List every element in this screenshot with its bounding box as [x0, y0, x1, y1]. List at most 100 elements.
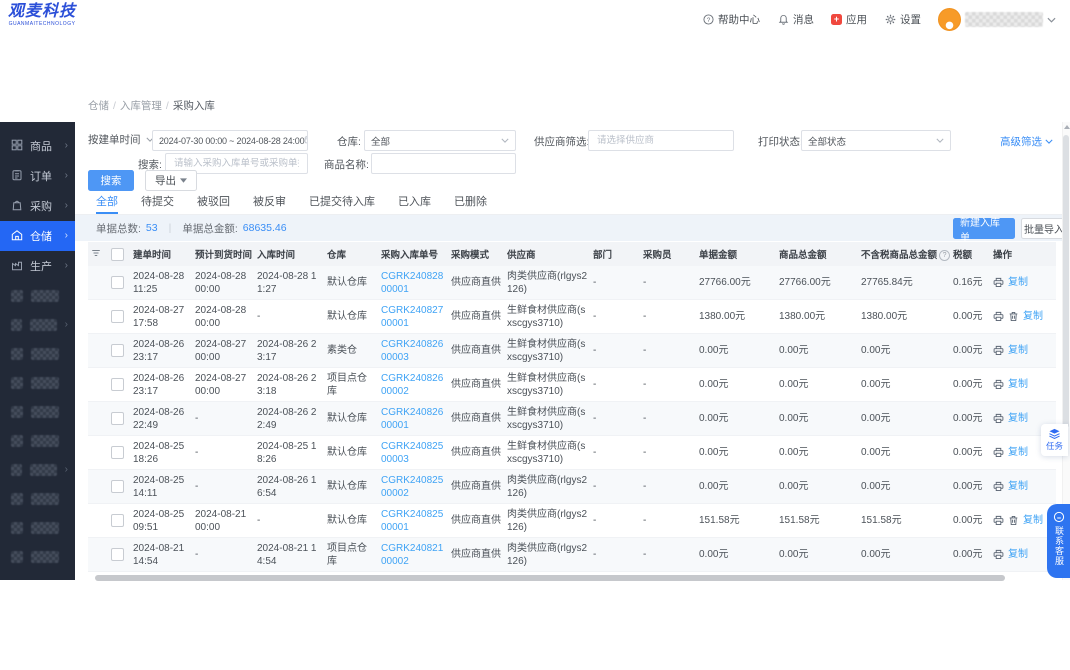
info-icon[interactable]: ? — [939, 250, 951, 261]
tab-3[interactable]: 被反审 — [253, 193, 286, 214]
print-icon[interactable] — [993, 481, 1004, 492]
table-row: 2024-08-25 09:51 2024-08-21 00:00- 默认仓库 CGR… — [88, 503, 1056, 538]
account-menu[interactable] — [938, 8, 1056, 31]
row-checkbox[interactable] — [111, 275, 124, 289]
cell-create-time: 2024-08-26 22:49 — [130, 401, 192, 436]
sidebar-item-redacted[interactable] — [0, 513, 75, 542]
inbound-order-link[interactable]: CGRK24082600002 — [381, 373, 443, 397]
sidebar-item-1[interactable]: 订单 › — [0, 161, 75, 191]
copy-link[interactable]: 复制 — [1008, 344, 1028, 357]
sidebar-item-redacted[interactable] — [0, 542, 75, 571]
sidebar-item-redacted[interactable]: › — [0, 455, 75, 484]
chevron-right-icon: › — [64, 260, 68, 271]
copy-link[interactable]: 复制 — [1008, 378, 1028, 391]
row-checkbox[interactable] — [111, 445, 124, 459]
row-checkbox[interactable] — [111, 479, 124, 493]
sidebar-item-0[interactable]: 商品 › — [0, 131, 75, 161]
row-checkbox[interactable] — [111, 377, 124, 391]
copy-link[interactable]: 复制 — [1008, 548, 1028, 561]
copy-link[interactable]: 复制 — [1008, 446, 1028, 459]
print-icon[interactable] — [993, 277, 1004, 288]
inbound-order-link[interactable]: CGRK24082500003 — [381, 441, 443, 465]
copy-link[interactable]: 复制 — [1008, 480, 1028, 493]
warehouse-select[interactable]: 全部 — [364, 130, 516, 151]
supplier-filter-field[interactable] — [595, 134, 727, 147]
inbound-order-link[interactable]: CGRK24082100002 — [381, 543, 443, 567]
sidebar-item-redacted[interactable] — [0, 484, 75, 513]
row-checkbox[interactable] — [111, 513, 124, 527]
tab-6[interactable]: 已删除 — [454, 193, 487, 214]
horizontal-scrollbar-thumb[interactable] — [95, 575, 1005, 581]
tab-2[interactable]: 被驳回 — [197, 193, 230, 214]
delete-icon[interactable] — [1008, 311, 1019, 322]
export-button[interactable]: 导出 — [145, 170, 197, 191]
chevron-right-icon: › — [64, 230, 68, 241]
inbound-order-link[interactable]: CGRK24082500002 — [381, 475, 443, 499]
sidebar-item-redacted[interactable] — [0, 426, 75, 455]
row-checkbox-cell — [108, 503, 130, 538]
row-checkbox[interactable] — [111, 343, 124, 357]
date-type-select[interactable]: 按建单时间 — [88, 132, 154, 147]
task-float-button[interactable]: 任务 — [1041, 424, 1068, 456]
print-icon[interactable] — [993, 311, 1004, 322]
print-icon[interactable] — [993, 549, 1004, 560]
print-icon[interactable] — [993, 515, 1004, 526]
vertical-scrollbar-thumb[interactable] — [1063, 135, 1069, 428]
inbound-order-link[interactable]: CGRK24082600003 — [381, 339, 443, 363]
breadcrumb-item[interactable]: 仓储 — [88, 100, 109, 112]
scroll-up-arrow-icon[interactable] — [1064, 125, 1070, 129]
row-checkbox[interactable] — [111, 309, 124, 323]
search-field[interactable] — [172, 157, 301, 170]
delete-icon[interactable] — [1008, 515, 1019, 526]
product-name-label: 商品名称: — [324, 159, 369, 171]
settings-button[interactable]: 设置 — [884, 12, 921, 27]
sidebar-item-4[interactable]: 生产 › — [0, 251, 75, 281]
copy-link[interactable]: 复制 — [1008, 276, 1028, 289]
product-name-field[interactable] — [378, 157, 509, 170]
tab-4[interactable]: 已提交待入库 — [309, 193, 375, 214]
inbound-order-link[interactable]: CGRK24082700001 — [381, 305, 443, 329]
inbound-order-link[interactable]: CGRK24082600001 — [381, 407, 443, 431]
copy-link[interactable]: 复制 — [1023, 310, 1043, 323]
tab-0[interactable]: 全部 — [96, 193, 118, 214]
inbound-order-link[interactable]: CGRK24082500001 — [381, 509, 443, 533]
print-icon[interactable] — [993, 379, 1004, 390]
copy-link[interactable]: 复制 — [1008, 412, 1028, 425]
sidebar-item-2[interactable]: 采购 › — [0, 191, 75, 221]
sidebar-item-redacted[interactable] — [0, 368, 75, 397]
tab-1[interactable]: 待提交 — [141, 193, 174, 214]
print-status-select[interactable]: 全部状态 — [801, 130, 951, 151]
print-icon[interactable] — [993, 447, 1004, 458]
messages-button[interactable]: 消息 — [777, 12, 814, 27]
select-all-checkbox[interactable] — [111, 247, 124, 261]
brand-logo[interactable]: 观麦科技 GUANMAITECHNOLOGY — [3, 3, 81, 27]
print-icon[interactable] — [993, 345, 1004, 356]
bulk-import-button[interactable]: 批量导入 — [1021, 218, 1062, 239]
supplier-filter-input[interactable] — [588, 130, 734, 151]
sidebar-item-redacted[interactable]: › — [0, 310, 75, 339]
contact-support-button[interactable]: 联系客服 — [1047, 504, 1070, 578]
create-inbound-button[interactable]: 新建入库单 — [953, 218, 1015, 244]
sidebar-item-redacted[interactable] — [0, 281, 75, 310]
cell-inbound-time: 2024-08-26 16:54 — [254, 469, 324, 504]
cell-supplier: 肉类供应商(rlgys2126) — [504, 266, 590, 300]
product-name-input[interactable] — [371, 153, 516, 174]
date-range-input[interactable]: 2024-07-30 00:00 ~ 2024-08-28 24:00 — [152, 130, 308, 151]
copy-link[interactable]: 复制 — [1023, 514, 1043, 527]
advanced-filter-link[interactable]: 高级筛选 — [1000, 134, 1053, 149]
column-filter-icon[interactable] — [91, 248, 101, 258]
row-checkbox[interactable] — [111, 547, 124, 561]
sidebar-item-redacted[interactable] — [0, 397, 75, 426]
tab-5[interactable]: 已入库 — [398, 193, 431, 214]
breadcrumb-item[interactable]: 入库管理 — [120, 100, 162, 112]
sidebar-item-redacted[interactable] — [0, 339, 75, 368]
help-center-button[interactable]: ? 帮助中心 — [702, 12, 760, 27]
row-spacer-cell — [88, 537, 108, 572]
search-button[interactable]: 搜索 — [88, 170, 134, 191]
sidebar-item-active-3[interactable]: 仓储 › — [0, 221, 75, 251]
apps-button[interactable]: + 应用 — [831, 12, 867, 27]
cell-purchase-mode: 供应商直供 — [448, 333, 504, 368]
print-icon[interactable] — [993, 413, 1004, 424]
inbound-order-link[interactable]: CGRK24082800001 — [381, 271, 443, 295]
row-checkbox[interactable] — [111, 411, 124, 425]
